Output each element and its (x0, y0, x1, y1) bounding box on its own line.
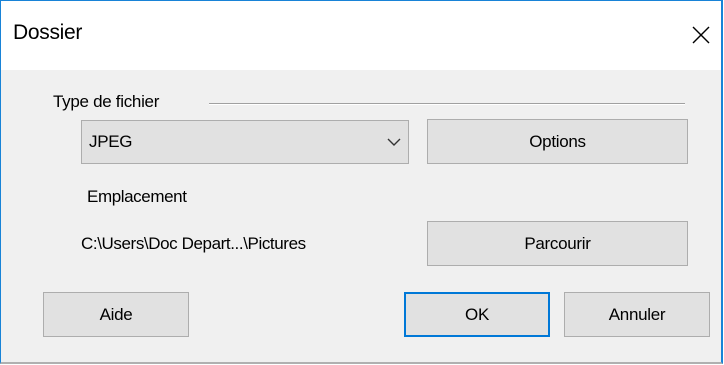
file-type-select[interactable]: JPEG (81, 120, 409, 164)
location-path: C:\Users\Doc Depart...\Pictures (81, 234, 306, 253)
group-divider (209, 103, 685, 105)
close-button[interactable] (681, 15, 721, 55)
dialog-title: Dossier (13, 21, 83, 44)
file-type-selected-value: JPEG (89, 132, 133, 151)
dossier-dialog: Dossier Type de fichier JPEG Options Emp… (0, 0, 723, 364)
cancel-button[interactable]: Annuler (564, 292, 710, 337)
dialog-content: Type de fichier JPEG Options Emplacement… (1, 70, 721, 362)
file-type-group-label: Type de fichier (53, 92, 166, 112)
location-label: Emplacement (87, 187, 187, 206)
close-icon (692, 26, 710, 44)
title-bar: Dossier (1, 1, 721, 70)
chevron-down-icon (387, 138, 401, 146)
browse-button[interactable]: Parcourir (427, 221, 688, 266)
help-button[interactable]: Aide (43, 292, 189, 337)
options-button[interactable]: Options (427, 119, 688, 164)
ok-button[interactable]: OK (404, 292, 550, 337)
